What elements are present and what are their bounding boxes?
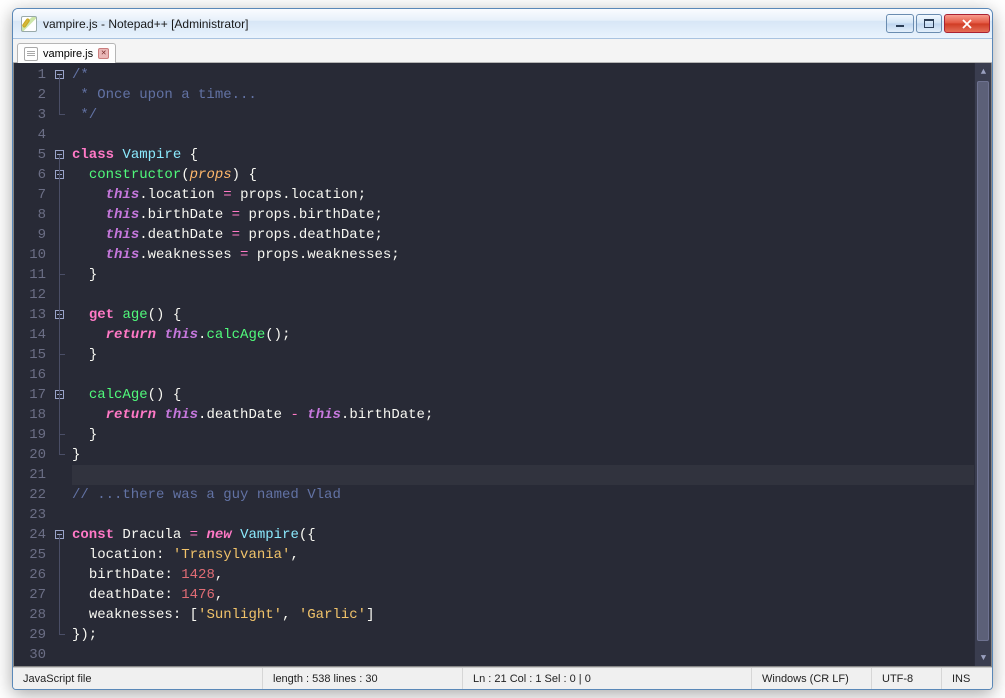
line-number[interactable]: 26: [14, 565, 46, 585]
status-encoding: UTF-8: [872, 668, 942, 689]
line-number[interactable]: 13: [14, 305, 46, 325]
line-number[interactable]: 23: [14, 505, 46, 525]
line-number[interactable]: 7: [14, 185, 46, 205]
code-line[interactable]: }: [72, 425, 991, 445]
line-number[interactable]: 10: [14, 245, 46, 265]
code-line[interactable]: [72, 125, 991, 145]
line-number-gutter[interactable]: 1234567891011121314151617181920212223242…: [14, 63, 52, 666]
code-line[interactable]: this.weaknesses = props.weaknesses;: [72, 245, 991, 265]
line-number[interactable]: 20: [14, 445, 46, 465]
status-insert-mode: INS: [942, 668, 992, 689]
code-line[interactable]: return this.calcAge();: [72, 325, 991, 345]
line-number[interactable]: 27: [14, 585, 46, 605]
file-icon: [24, 47, 38, 61]
scrollbar-thumb[interactable]: [977, 81, 989, 641]
line-number[interactable]: 5: [14, 145, 46, 165]
code-line[interactable]: }: [72, 345, 991, 365]
line-number[interactable]: 11: [14, 265, 46, 285]
code-content[interactable]: /* * Once upon a time... */ class Vampir…: [70, 63, 991, 666]
tab-bar[interactable]: vampire.js: [13, 39, 992, 63]
line-number[interactable]: 4: [14, 125, 46, 145]
code-line[interactable]: this.deathDate = props.deathDate;: [72, 225, 991, 245]
vertical-scrollbar[interactable]: ▲ ▼: [974, 63, 991, 666]
status-bar: JavaScript file length : 538 lines : 30 …: [13, 667, 992, 689]
line-number[interactable]: 14: [14, 325, 46, 345]
code-line[interactable]: weaknesses: ['Sunlight', 'Garlic']: [72, 605, 991, 625]
line-number[interactable]: 30: [14, 645, 46, 665]
code-line[interactable]: */: [72, 105, 991, 125]
line-number[interactable]: 2: [14, 85, 46, 105]
code-line[interactable]: get age() {: [72, 305, 991, 325]
code-line[interactable]: return this.deathDate - this.birthDate;: [72, 405, 991, 425]
maximize-button[interactable]: [916, 14, 942, 33]
code-line[interactable]: });: [72, 625, 991, 645]
close-button[interactable]: [944, 14, 990, 33]
code-line[interactable]: [72, 645, 991, 665]
scroll-up-icon[interactable]: ▲: [975, 63, 992, 80]
editor-area[interactable]: 1234567891011121314151617181920212223242…: [13, 63, 992, 667]
code-line[interactable]: [72, 285, 991, 305]
line-number[interactable]: 22: [14, 485, 46, 505]
line-number[interactable]: 16: [14, 365, 46, 385]
line-number[interactable]: 29: [14, 625, 46, 645]
file-tab[interactable]: vampire.js: [17, 43, 116, 63]
line-number[interactable]: 24: [14, 525, 46, 545]
line-number[interactable]: 9: [14, 225, 46, 245]
code-line[interactable]: constructor(props) {: [72, 165, 991, 185]
fold-margin[interactable]: [52, 63, 70, 666]
code-line[interactable]: [72, 505, 991, 525]
code-line[interactable]: * Once upon a time...: [72, 85, 991, 105]
status-eol: Windows (CR LF): [752, 668, 872, 689]
line-number[interactable]: 6: [14, 165, 46, 185]
code-line[interactable]: this.location = props.location;: [72, 185, 991, 205]
line-number[interactable]: 3: [14, 105, 46, 125]
line-number[interactable]: 17: [14, 385, 46, 405]
app-icon: [21, 16, 37, 32]
code-line[interactable]: deathDate: 1476,: [72, 585, 991, 605]
line-number[interactable]: 21: [14, 465, 46, 485]
code-line[interactable]: const Dracula = new Vampire({: [72, 525, 991, 545]
status-length: length : 538 lines : 30: [263, 668, 463, 689]
code-line[interactable]: class Vampire {: [72, 145, 991, 165]
tab-label: vampire.js: [43, 48, 93, 60]
window-title: vampire.js - Notepad++ [Administrator]: [43, 17, 886, 31]
line-number[interactable]: 12: [14, 285, 46, 305]
code-line[interactable]: this.birthDate = props.birthDate;: [72, 205, 991, 225]
line-number[interactable]: 1: [14, 65, 46, 85]
status-language: JavaScript file: [13, 668, 263, 689]
line-number[interactable]: 15: [14, 345, 46, 365]
status-position: Ln : 21 Col : 1 Sel : 0 | 0: [463, 668, 752, 689]
scroll-down-icon[interactable]: ▼: [975, 649, 992, 666]
code-line[interactable]: }: [72, 445, 991, 465]
minimize-button[interactable]: [886, 14, 914, 33]
code-line[interactable]: birthDate: 1428,: [72, 565, 991, 585]
app-window: vampire.js - Notepad++ [Administrator] v…: [12, 8, 993, 690]
line-number[interactable]: 19: [14, 425, 46, 445]
code-line[interactable]: // ...there was a guy named Vlad: [72, 485, 991, 505]
code-line[interactable]: [72, 465, 991, 485]
tab-close-icon[interactable]: [98, 48, 109, 59]
line-number[interactable]: 28: [14, 605, 46, 625]
line-number[interactable]: 25: [14, 545, 46, 565]
code-line[interactable]: /*: [72, 65, 991, 85]
code-line[interactable]: location: 'Transylvania',: [72, 545, 991, 565]
line-number[interactable]: 8: [14, 205, 46, 225]
line-number[interactable]: 18: [14, 405, 46, 425]
code-line[interactable]: }: [72, 265, 991, 285]
code-line[interactable]: calcAge() {: [72, 385, 991, 405]
code-line[interactable]: [72, 365, 991, 385]
titlebar[interactable]: vampire.js - Notepad++ [Administrator]: [13, 9, 992, 39]
